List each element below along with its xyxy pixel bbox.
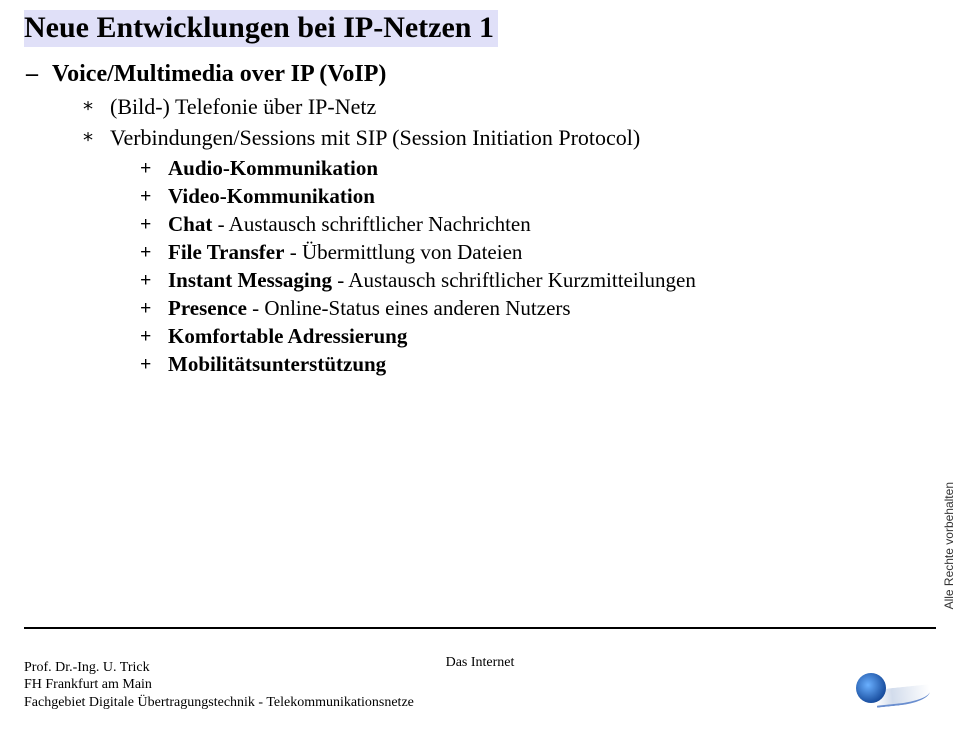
footer-center: Das Internet xyxy=(446,655,515,671)
footer-author: Prof. Dr.-Ing. U. Trick xyxy=(24,659,414,677)
plus-marker: + xyxy=(140,240,164,266)
footer-institution: FH Frankfurt am Main xyxy=(24,676,414,694)
bullet-level3: + Instant Messaging - Austausch schriftl… xyxy=(140,268,936,294)
bullet-level3: + File Transfer - Übermittlung von Datei… xyxy=(140,240,936,266)
bullet-level2: ∗ (Bild-) Telefonie über IP-Netz xyxy=(82,94,936,122)
logo xyxy=(846,665,936,711)
bullet-level2: ∗ Verbindungen/Sessions mit SIP (Session… xyxy=(82,125,936,153)
asterisk-marker: ∗ xyxy=(82,125,106,153)
plus-marker: + xyxy=(140,212,164,238)
bullet-level3: + Presence - Online-Status eines anderen… xyxy=(140,296,936,322)
bullet-level1: – Voice/Multimedia over IP (VoIP) xyxy=(26,61,936,88)
plus-marker: + xyxy=(140,352,164,378)
plus-marker: + xyxy=(140,268,164,294)
footer: Prof. Dr.-Ing. U. Trick FH Frankfurt am … xyxy=(24,659,936,712)
bullet-level3: + Komfortable Adressierung xyxy=(140,324,936,350)
bullet-level2-text: Verbindungen/Sessions mit SIP (Session I… xyxy=(110,125,640,150)
plus-marker: + xyxy=(140,156,164,182)
rights-text: Alle Rechte vorbehalten xyxy=(942,482,956,609)
plus-marker: + xyxy=(140,324,164,350)
bullet-level3-text: Mobilitätsunterstützung xyxy=(168,352,386,376)
separator-line xyxy=(24,627,936,629)
bullet-level3-text: Chat - Austausch schriftlicher Nachricht… xyxy=(168,212,531,236)
bullet-level3-text: Instant Messaging - Austausch schriftlic… xyxy=(168,268,696,292)
bullet-level3-text: Presence - Online-Status eines anderen N… xyxy=(168,296,571,320)
plus-marker: + xyxy=(140,296,164,322)
bullet-level3-text: Audio-Kommunikation xyxy=(168,156,378,180)
bullet-level1-text: Voice/Multimedia over IP (VoIP) xyxy=(52,61,386,87)
asterisk-marker: ∗ xyxy=(82,94,106,122)
bullet-level2-text: (Bild-) Telefonie über IP-Netz xyxy=(110,94,376,119)
footer-department: Fachgebiet Digitale Übertragungstechnik … xyxy=(24,694,414,712)
slide-title: Neue Entwicklungen bei IP-Netzen 1 xyxy=(24,10,498,47)
bullet-level3-text: Komfortable Adressierung xyxy=(168,324,407,348)
bullet-level3: + Audio-Kommunikation xyxy=(140,156,936,182)
bullet-level3: + Chat - Austausch schriftlicher Nachric… xyxy=(140,212,936,238)
bullet-level3-text: File Transfer - Übermittlung von Dateien xyxy=(168,240,522,264)
bullet-level3: + Mobilitätsunterstützung xyxy=(140,352,936,378)
slide-content: – Voice/Multimedia over IP (VoIP) ∗ (Bil… xyxy=(24,61,936,378)
dash-marker: – xyxy=(26,61,48,88)
bullet-level3-text: Video-Kommunikation xyxy=(168,184,375,208)
footer-left: Prof. Dr.-Ing. U. Trick FH Frankfurt am … xyxy=(24,659,414,712)
bullet-level3: + Video-Kommunikation xyxy=(140,184,936,210)
plus-marker: + xyxy=(140,184,164,210)
